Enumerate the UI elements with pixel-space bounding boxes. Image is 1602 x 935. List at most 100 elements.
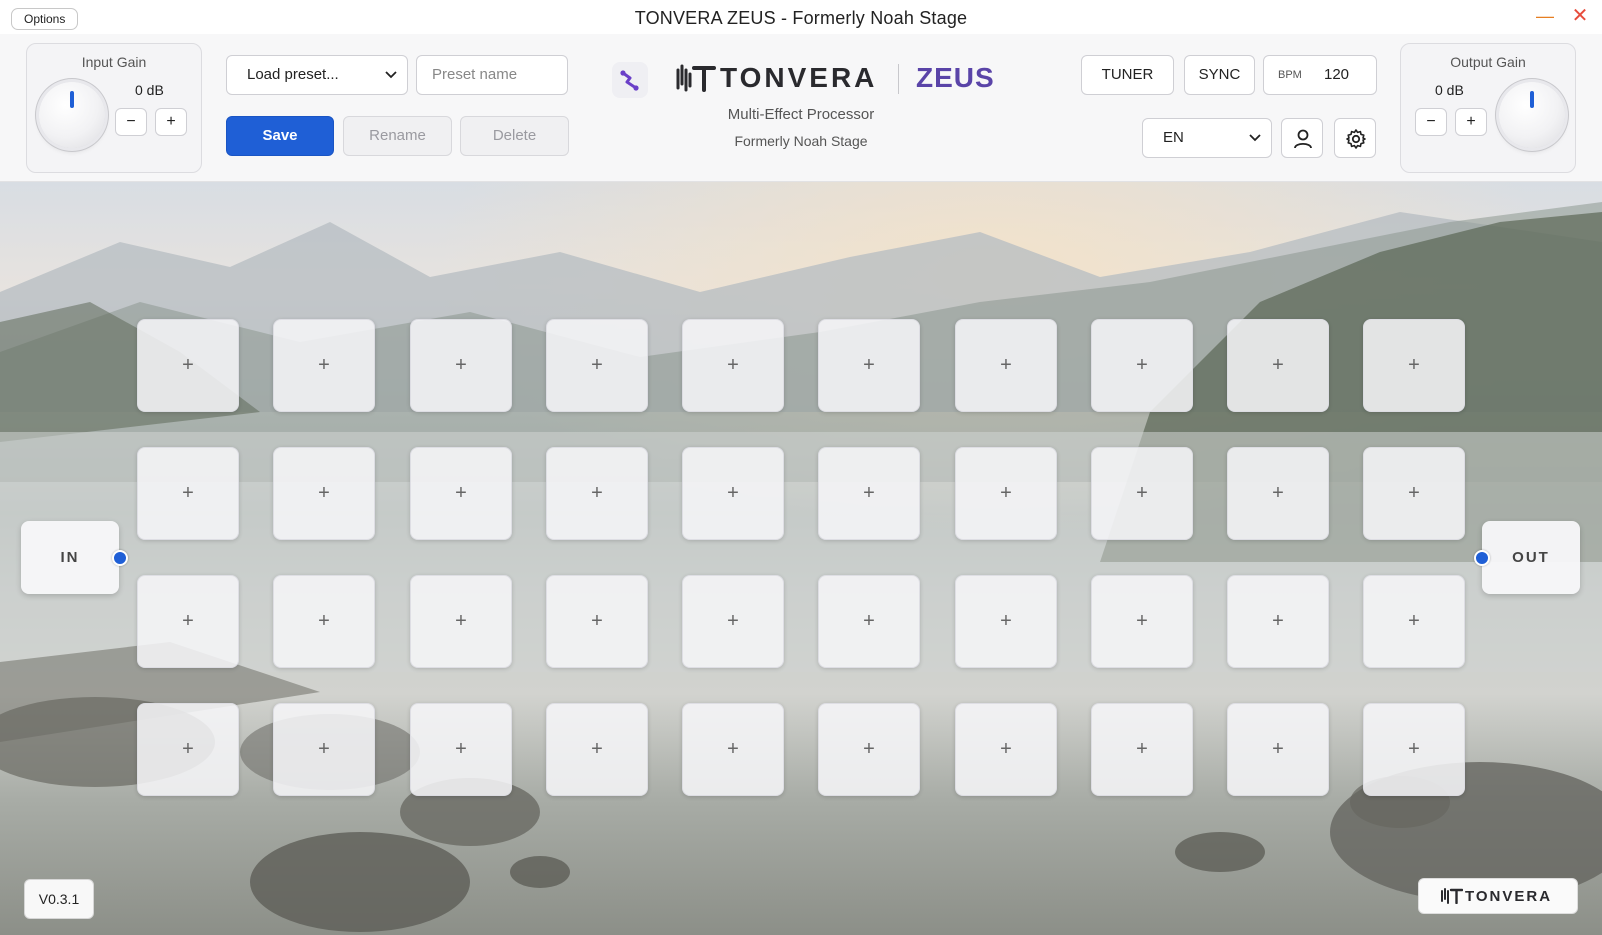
effect-slot[interactable]: +: [273, 703, 375, 796]
header-panel: Input Gain 0 dB − + Load preset... Prese…: [0, 34, 1602, 182]
effect-slot[interactable]: +: [1091, 447, 1193, 540]
add-effect-icon: +: [1272, 482, 1284, 504]
add-effect-icon: +: [727, 354, 739, 376]
input-node: IN: [21, 521, 119, 594]
user-button[interactable]: [1281, 118, 1323, 158]
tonvera-logo-icon: [1441, 888, 1463, 904]
preset-select[interactable]: Load preset...: [226, 55, 408, 95]
output-gain-knob[interactable]: [1499, 82, 1565, 148]
add-effect-icon: +: [727, 738, 739, 760]
add-effect-icon: +: [863, 738, 875, 760]
input-gain-increase-button[interactable]: +: [155, 108, 187, 136]
effect-slot[interactable]: +: [546, 575, 648, 668]
knob-indicator: [70, 91, 74, 108]
add-effect-icon: +: [455, 482, 467, 504]
effect-slot[interactable]: +: [137, 703, 239, 796]
effect-slot[interactable]: +: [546, 319, 648, 412]
add-effect-icon: +: [182, 482, 194, 504]
effect-slot[interactable]: +: [682, 447, 784, 540]
add-effect-icon: +: [1000, 354, 1012, 376]
output-gain-decrease-button[interactable]: −: [1415, 108, 1447, 136]
effect-slot[interactable]: +: [1227, 447, 1329, 540]
output-node: OUT: [1482, 521, 1580, 594]
effect-slot[interactable]: +: [818, 447, 920, 540]
bpm-field[interactable]: BPM 120: [1263, 55, 1377, 95]
input-gain-decrease-button[interactable]: −: [115, 108, 147, 136]
save-button[interactable]: Save: [226, 116, 334, 156]
output-gain-value: 0 dB: [1435, 82, 1464, 98]
effect-slot[interactable]: +: [1091, 703, 1193, 796]
effect-slot[interactable]: +: [818, 319, 920, 412]
effect-slot[interactable]: +: [546, 703, 648, 796]
add-effect-icon: +: [863, 610, 875, 632]
effect-slot[interactable]: +: [818, 575, 920, 668]
add-effect-icon: +: [1272, 354, 1284, 376]
effect-slot[interactable]: +: [137, 575, 239, 668]
add-effect-icon: +: [591, 610, 603, 632]
add-effect-icon: +: [1000, 482, 1012, 504]
settings-button[interactable]: [1334, 118, 1376, 158]
window-title: TONVERA ZEUS - Formerly Noah Stage: [634, 8, 968, 28]
title-bar: Options TONVERA ZEUS - Formerly Noah Sta…: [0, 0, 1602, 34]
add-effect-icon: +: [1136, 610, 1148, 632]
effect-slot[interactable]: +: [137, 319, 239, 412]
product-formerly: Formerly Noah Stage: [734, 133, 868, 149]
tuner-button[interactable]: TUNER: [1081, 55, 1174, 95]
product-name: ZEUS: [916, 62, 995, 93]
effect-slot[interactable]: +: [1227, 703, 1329, 796]
effect-slot[interactable]: +: [273, 447, 375, 540]
add-effect-icon: +: [1136, 354, 1148, 376]
effect-slot[interactable]: +: [1363, 319, 1465, 412]
delete-button[interactable]: Delete: [460, 116, 569, 156]
chevron-down-icon: [1249, 119, 1261, 172]
output-port[interactable]: [1474, 550, 1490, 566]
effect-slot[interactable]: +: [955, 319, 1057, 412]
input-gain-title: Input Gain: [81, 54, 147, 70]
effect-slot[interactable]: +: [273, 575, 375, 668]
link-icon[interactable]: [612, 62, 648, 98]
effect-slot[interactable]: +: [1363, 575, 1465, 668]
effect-slot[interactable]: +: [546, 447, 648, 540]
language-select[interactable]: EN: [1142, 118, 1272, 158]
add-effect-icon: +: [182, 738, 194, 760]
effect-slot[interactable]: +: [410, 575, 512, 668]
add-effect-icon: +: [1408, 354, 1420, 376]
effect-slot[interactable]: +: [818, 703, 920, 796]
add-effect-icon: +: [1272, 738, 1284, 760]
effect-slot[interactable]: +: [955, 447, 1057, 540]
effect-slot[interactable]: +: [1227, 575, 1329, 668]
effect-slot[interactable]: +: [1227, 319, 1329, 412]
bpm-label: BPM: [1278, 69, 1302, 81]
output-gain-title: Output Gain: [1450, 54, 1526, 70]
input-port[interactable]: [112, 550, 128, 566]
add-effect-icon: +: [591, 354, 603, 376]
language-value: EN: [1163, 129, 1184, 146]
close-icon[interactable]: ✕: [1570, 5, 1590, 27]
brand-logo: TONVERA ZEUS: [676, 60, 1006, 96]
preset-name-input[interactable]: Preset name: [416, 55, 568, 95]
effect-slot[interactable]: +: [1363, 447, 1465, 540]
minimize-icon[interactable]: —: [1536, 6, 1554, 26]
effect-slot[interactable]: +: [1363, 703, 1465, 796]
effect-slot[interactable]: +: [682, 319, 784, 412]
effect-slot[interactable]: +: [410, 319, 512, 412]
effect-slot[interactable]: +: [410, 703, 512, 796]
input-gain-knob[interactable]: [39, 82, 105, 148]
bpm-value: 120: [1324, 66, 1350, 83]
rename-button[interactable]: Rename: [343, 116, 452, 156]
effect-slot[interactable]: +: [682, 575, 784, 668]
effect-slot[interactable]: +: [955, 703, 1057, 796]
effect-slot[interactable]: +: [682, 703, 784, 796]
input-gain-value: 0 dB: [135, 82, 164, 98]
output-gain-increase-button[interactable]: +: [1455, 108, 1487, 136]
effect-slot[interactable]: +: [273, 319, 375, 412]
effect-slot[interactable]: +: [137, 447, 239, 540]
effect-slot[interactable]: +: [1091, 575, 1193, 668]
sync-button[interactable]: SYNC: [1184, 55, 1255, 95]
add-effect-icon: +: [455, 738, 467, 760]
effect-slot[interactable]: +: [955, 575, 1057, 668]
effect-slot[interactable]: +: [410, 447, 512, 540]
product-subtitle: Multi-Effect Processor: [727, 106, 875, 123]
effect-slot[interactable]: +: [1091, 319, 1193, 412]
add-effect-icon: +: [182, 354, 194, 376]
